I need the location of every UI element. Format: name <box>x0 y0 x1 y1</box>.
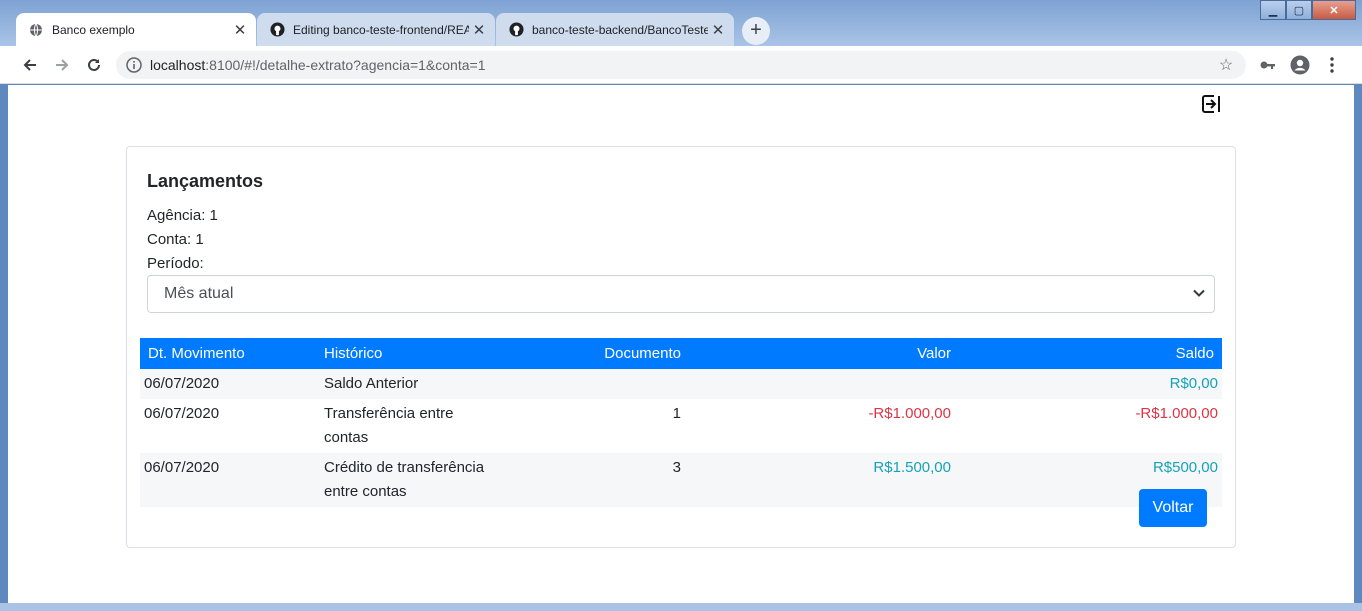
cell-historico: Crédito de transferência entre contas <box>324 459 485 500</box>
header-saldo: Saldo <box>1175 345 1214 362</box>
conta-text: Conta: 1 <box>147 231 204 248</box>
tab-title: banco-teste-backend/BancoTeste <box>532 22 708 37</box>
page-viewport: Lançamentos Agência: 1 Conta: 1 Período:… <box>8 85 1354 603</box>
menu-kebab-icon[interactable] <box>1320 53 1344 77</box>
chevron-down-icon <box>1193 289 1205 297</box>
github-icon <box>508 22 524 38</box>
header-documento: Documento <box>604 345 681 362</box>
window-bottom-border <box>0 603 1362 611</box>
browser-titlebar: Banco exemplo ✕ Editing banco-teste-fron… <box>0 0 1362 46</box>
statement-card: Lançamentos Agência: 1 Conta: 1 Período:… <box>126 146 1236 548</box>
tab-banco-exemplo[interactable]: Banco exemplo ✕ <box>16 13 256 46</box>
forward-button[interactable] <box>50 53 74 77</box>
table-row: 06/07/2020 Saldo Anterior R$0,00 <box>140 369 1222 399</box>
close-window-button[interactable]: ✕ <box>1312 0 1356 20</box>
cell-valor: R$1.500,00 <box>873 459 951 476</box>
cell-historico: Transferência entre contas <box>324 405 454 446</box>
bookmark-star-icon[interactable]: ☆ <box>1216 55 1236 75</box>
minimize-button[interactable]: ▁ <box>1260 0 1286 20</box>
close-tab-icon[interactable]: ✕ <box>230 21 250 39</box>
url-text[interactable]: localhost:8100/#!/detalhe-extrato?agenci… <box>150 57 1216 73</box>
cell-data: 06/07/2020 <box>144 375 220 392</box>
voltar-button[interactable]: Voltar <box>1139 489 1207 527</box>
tab-backend-repo[interactable]: banco-teste-backend/BancoTeste ✕ <box>496 13 734 46</box>
info-icon[interactable] <box>126 57 142 73</box>
tab-editing-readme[interactable]: Editing banco-teste-frontend/README ✕ <box>257 13 495 46</box>
globe-icon <box>28 22 44 38</box>
key-icon[interactable] <box>1256 53 1280 77</box>
close-tab-icon[interactable]: ✕ <box>708 21 728 39</box>
browser-toolbar: localhost:8100/#!/detalhe-extrato?agenci… <box>0 46 1362 84</box>
header-historico: Histórico <box>324 345 383 362</box>
table-row: 06/07/2020 Transferência entre contas 1 … <box>140 399 1222 453</box>
cell-data: 06/07/2020 <box>144 459 220 476</box>
cell-data: 06/07/2020 <box>144 405 220 422</box>
profile-avatar-icon[interactable] <box>1288 53 1312 77</box>
transactions-table: Dt. Movimento Histórico Documento Valor … <box>140 338 1222 507</box>
card-title: Lançamentos <box>147 171 264 191</box>
table-header-row: Dt. Movimento Histórico Documento Valor … <box>140 338 1222 369</box>
periodo-selected-value: Mês atual <box>164 285 234 302</box>
maximize-button[interactable]: ▢ <box>1286 0 1312 20</box>
logout-icon[interactable] <box>1200 93 1222 115</box>
periodo-select[interactable]: Mês atual <box>147 275 1215 313</box>
header-dt-movimento: Dt. Movimento <box>148 345 245 362</box>
tab-title: Banco exemplo <box>52 22 135 37</box>
periodo-label: Período: <box>147 255 204 272</box>
github-icon <box>269 22 285 38</box>
cell-documento: 1 <box>672 405 681 422</box>
agencia-text: Agência: 1 <box>147 207 218 224</box>
header-valor: Valor <box>917 345 951 362</box>
window-controls: ▁ ▢ ✕ <box>1260 0 1356 20</box>
reload-button[interactable] <box>82 53 106 77</box>
cell-valor <box>685 369 955 399</box>
cell-documento <box>505 369 685 399</box>
back-button[interactable] <box>18 53 42 77</box>
cell-historico: Saldo Anterior <box>324 375 419 392</box>
table-row: 06/07/2020 Crédito de transferência entr… <box>140 453 1222 507</box>
cell-documento: 3 <box>672 459 681 476</box>
reload-icon <box>88 58 100 71</box>
cell-valor: -R$1.000,00 <box>868 405 951 422</box>
close-tab-icon[interactable]: ✕ <box>469 21 489 39</box>
new-tab-button[interactable]: + <box>742 17 770 45</box>
back-arrow-icon <box>23 59 36 71</box>
cell-saldo: -R$1.000,00 <box>1135 405 1218 422</box>
tab-title: Editing banco-teste-frontend/README <box>293 22 469 37</box>
cell-saldo: R$0,00 <box>1169 375 1218 392</box>
forward-arrow-icon <box>56 59 69 71</box>
address-bar[interactable]: localhost:8100/#!/detalhe-extrato?agenci… <box>116 51 1246 79</box>
